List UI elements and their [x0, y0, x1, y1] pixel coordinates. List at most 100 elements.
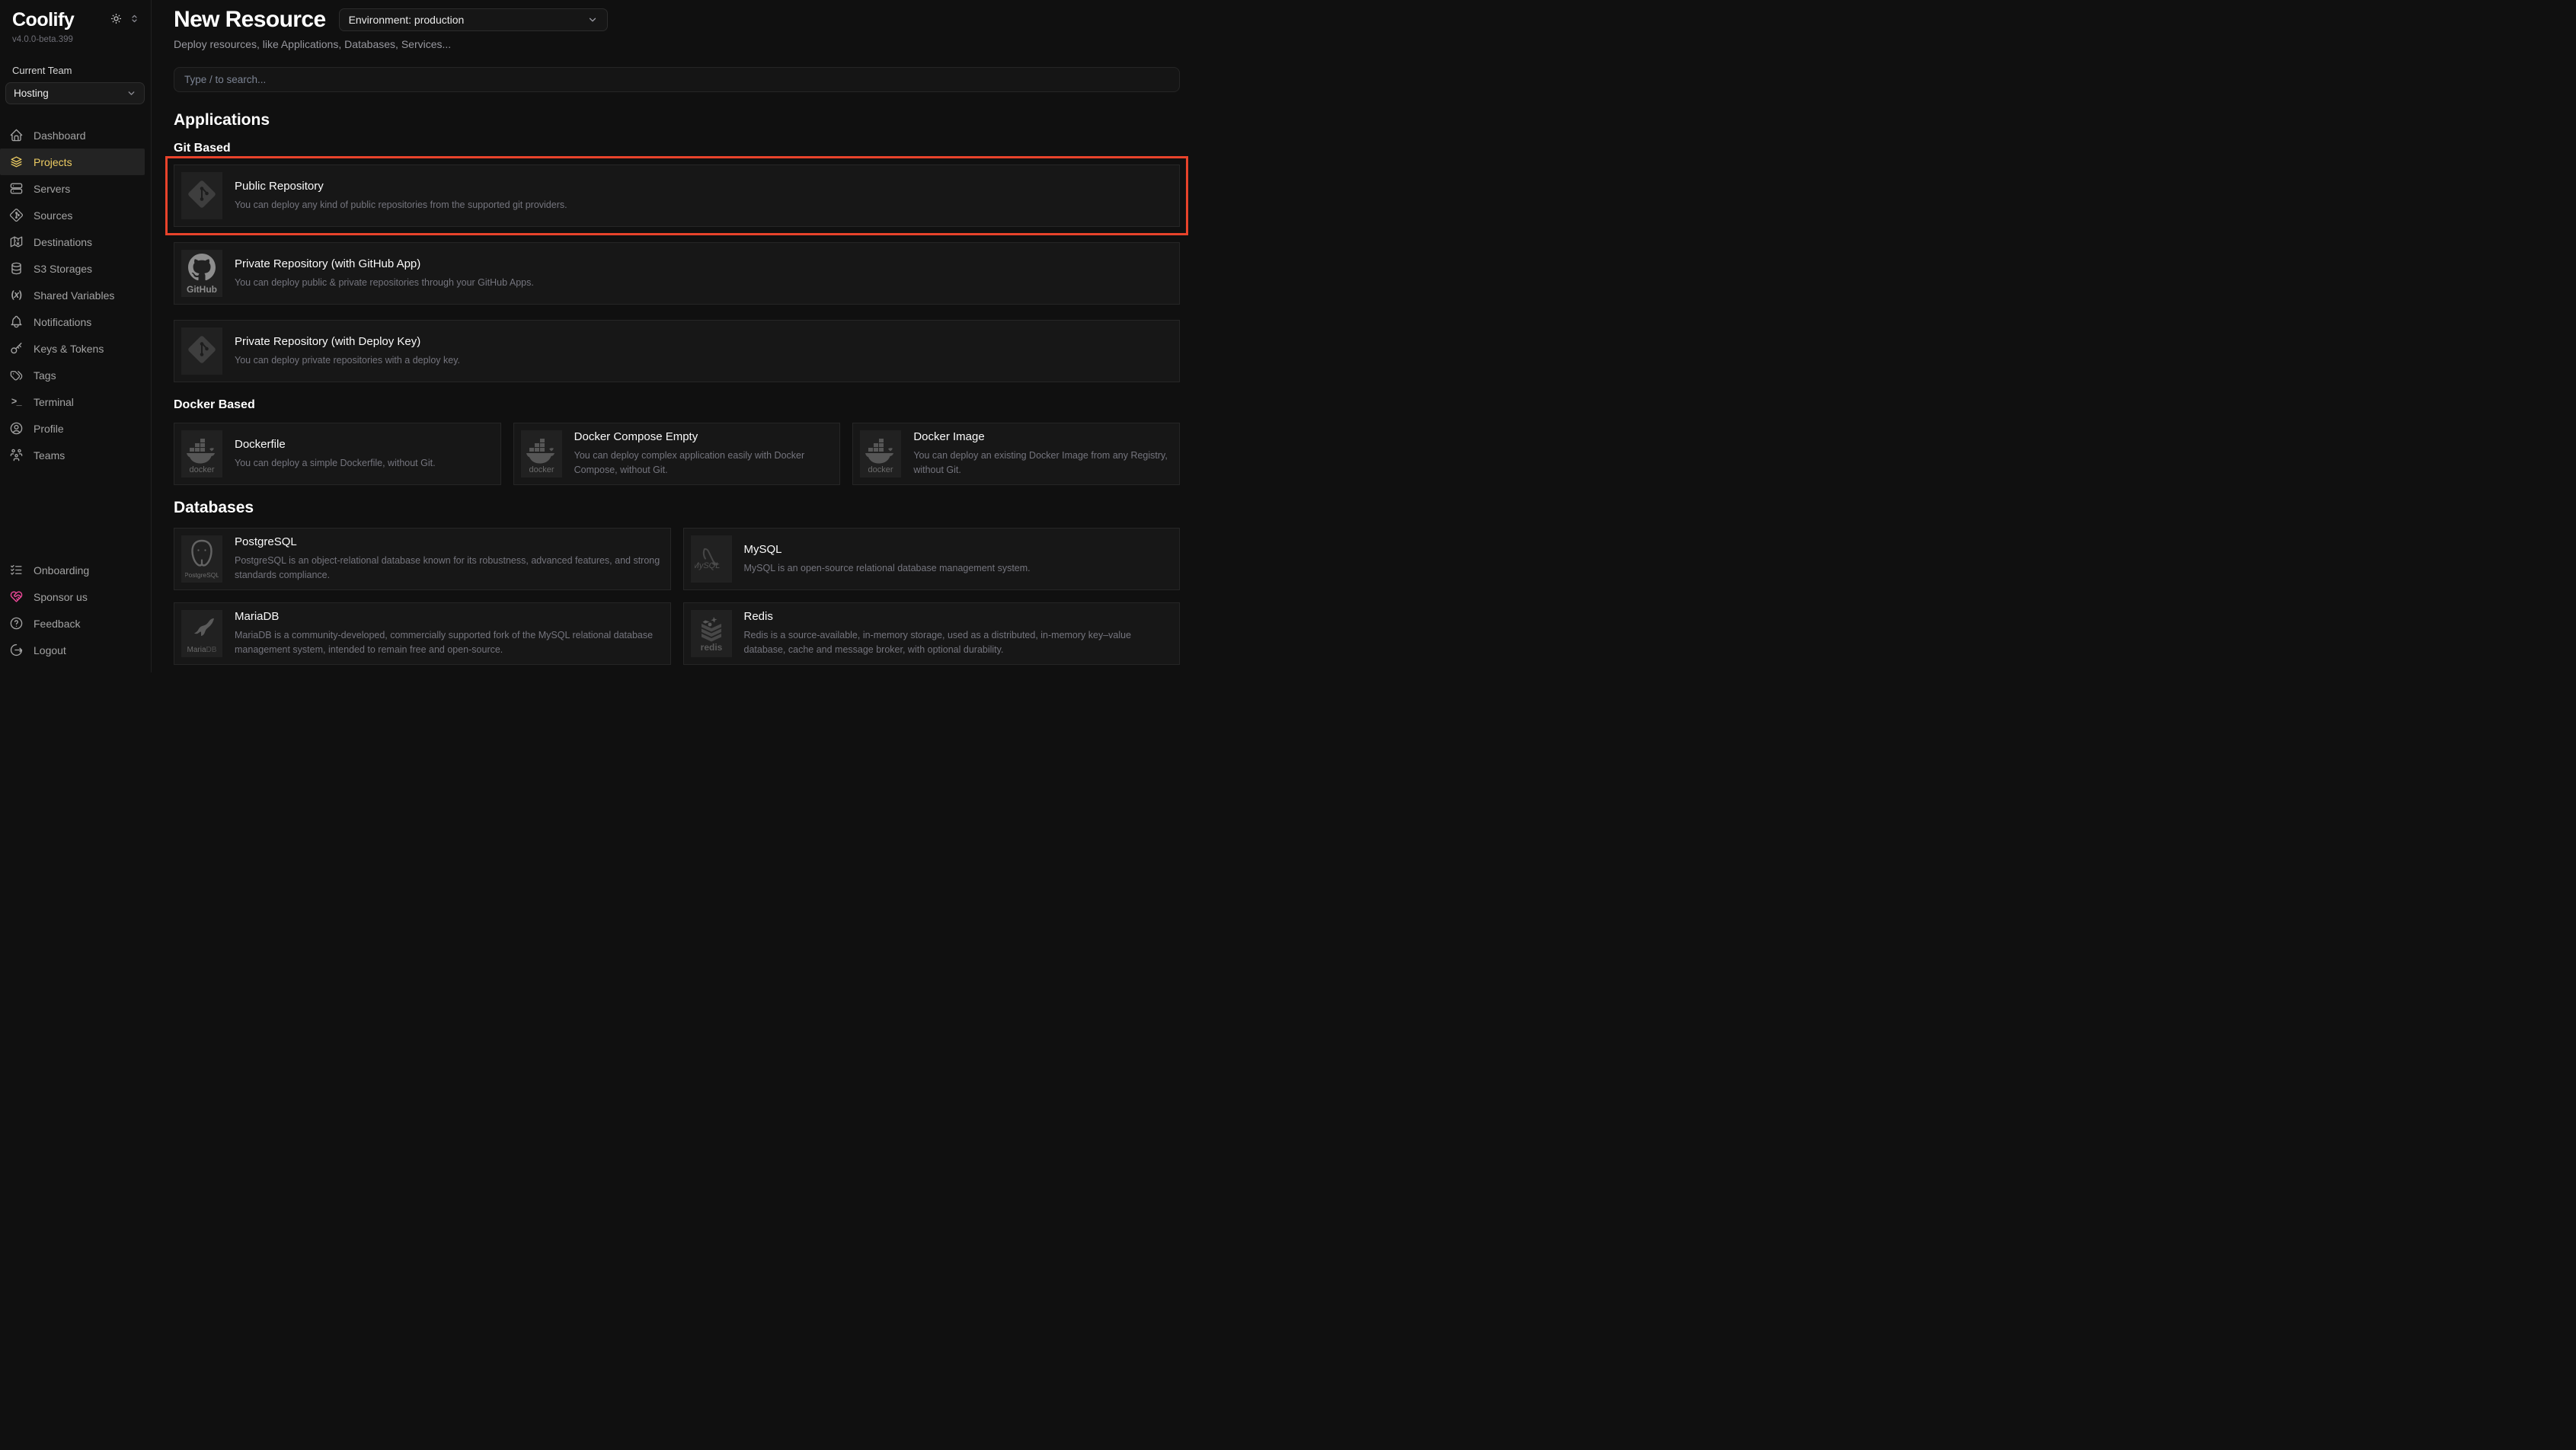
- sidebar-nav: Dashboard Projects Servers Sources Desti…: [0, 122, 151, 468]
- card-title: Docker Image: [913, 430, 1172, 444]
- search-input[interactable]: [174, 67, 1180, 92]
- card-title: Dockerfile: [235, 438, 436, 452]
- sidebar-item-label: Sponsor us: [34, 591, 88, 603]
- sidebar-item-label: Shared Variables: [34, 289, 114, 302]
- sidebar-item-label: Servers: [34, 183, 70, 195]
- sidebar-item-label: Notifications: [34, 316, 91, 328]
- annotation-highlight-box: Public Repository You can deploy any kin…: [165, 156, 1188, 235]
- git-logo: [181, 327, 222, 375]
- chevron-down-icon: [126, 88, 136, 98]
- card-title: Public Repository: [235, 180, 567, 193]
- sidebar-item-label: Feedback: [34, 618, 80, 630]
- card-mysql[interactable]: MySQL MySQL MySQL is an open-source rela…: [683, 528, 1181, 590]
- theme-selector-icon[interactable]: [129, 13, 140, 24]
- sidebar-item-label: Terminal: [34, 396, 74, 408]
- sidebar-item-logout[interactable]: Logout: [0, 637, 145, 663]
- terminal-icon: >_: [9, 394, 24, 409]
- user-circle-icon: [9, 421, 24, 436]
- card-public-repository[interactable]: Public Repository You can deploy any kin…: [174, 164, 1180, 227]
- sidebar: Coolify v4.0.0-beta.399 Current Team Hos…: [0, 0, 152, 672]
- card-docker-image[interactable]: docker Docker Image You can deploy an ex…: [852, 423, 1180, 485]
- git-logo: [181, 172, 222, 219]
- sidebar-item-label: Keys & Tokens: [34, 343, 104, 355]
- mariadb-logo: MariaDB: [181, 610, 222, 657]
- team-select[interactable]: Hosting: [5, 82, 145, 104]
- card-title: Docker Compose Empty: [574, 430, 833, 444]
- card-title: MariaDB: [235, 610, 663, 624]
- sidebar-item-servers[interactable]: Servers: [0, 175, 145, 202]
- sidebar-item-label: Dashboard: [34, 129, 86, 142]
- database-icon: [9, 261, 24, 276]
- sidebar-item-s3-storages[interactable]: S3 Storages: [0, 255, 145, 282]
- card-description: MySQL is an open-source relational datab…: [744, 561, 1031, 576]
- sidebar-item-label: Sources: [34, 209, 72, 222]
- card-private-repository-github-app[interactable]: GitHub Private Repository (with GitHub A…: [174, 242, 1180, 305]
- sidebar-item-label: Projects: [34, 156, 72, 168]
- sidebar-item-destinations[interactable]: Destinations: [0, 228, 145, 255]
- card-description: You can deploy any kind of public reposi…: [235, 198, 567, 212]
- environment-select-value: Environment: production: [349, 14, 465, 26]
- docker-logo: docker: [521, 430, 562, 477]
- card-title: Private Repository (with Deploy Key): [235, 335, 460, 349]
- sidebar-item-onboarding[interactable]: Onboarding: [0, 557, 145, 583]
- logout-icon: [9, 643, 24, 657]
- card-dockerfile[interactable]: docker Dockerfile You can deploy a simpl…: [174, 423, 501, 485]
- sidebar-item-dashboard[interactable]: Dashboard: [0, 122, 145, 149]
- docker-logo: docker: [860, 430, 901, 477]
- card-redis[interactable]: redis Redis Redis is a source-available,…: [683, 602, 1181, 665]
- sidebar-item-terminal[interactable]: >_ Terminal: [0, 388, 145, 415]
- theme-toggle-sun-icon[interactable]: [110, 13, 122, 24]
- sidebar-item-shared-variables[interactable]: (x) Shared Variables: [0, 282, 145, 308]
- sidebar-item-sources[interactable]: Sources: [0, 202, 145, 228]
- card-title: MySQL: [744, 543, 1031, 557]
- app-title: Coolify: [12, 11, 74, 30]
- svg-text:docker: docker: [868, 465, 893, 474]
- sidebar-item-profile[interactable]: Profile: [0, 415, 145, 442]
- card-mariadb[interactable]: MariaDB MariaDB MariaDB is a community-d…: [174, 602, 671, 665]
- git-icon: [9, 208, 24, 222]
- github-logo: GitHub: [181, 250, 222, 297]
- card-title: Private Repository (with GitHub App): [235, 257, 534, 271]
- databases-heading: Databases: [174, 499, 1180, 517]
- card-description: You can deploy a simple Dockerfile, with…: [235, 456, 436, 471]
- docker-based-heading: Docker Based: [174, 398, 1180, 412]
- chevron-down-icon: [587, 14, 598, 25]
- card-description: You can deploy public & private reposito…: [235, 276, 534, 290]
- database-cards: PostgreSQL PostgreSQL PostgreSQL is an o…: [174, 528, 1180, 665]
- current-team-label: Current Team: [0, 65, 151, 76]
- card-private-repository-deploy-key[interactable]: Private Repository (with Deploy Key) You…: [174, 320, 1180, 382]
- main-content: New Resource Environment: production Dep…: [152, 0, 1194, 672]
- bell-icon: [9, 315, 24, 329]
- sidebar-item-tags[interactable]: Tags: [0, 362, 145, 388]
- sidebar-item-label: Teams: [34, 449, 65, 462]
- sidebar-item-label: Tags: [34, 369, 56, 382]
- applications-heading: Applications: [174, 111, 1180, 129]
- layers-icon: [9, 155, 24, 169]
- heart-handshake-icon: [9, 589, 24, 604]
- environment-select[interactable]: Environment: production: [339, 8, 608, 31]
- key-icon: [9, 341, 24, 356]
- help-circle-icon: [9, 616, 24, 631]
- app-version: v4.0.0-beta.399: [0, 35, 151, 44]
- sidebar-item-feedback[interactable]: Feedback: [0, 610, 145, 637]
- page-title: New Resource: [174, 7, 326, 32]
- sidebar-item-label: Destinations: [34, 236, 92, 248]
- card-docker-compose-empty[interactable]: docker Docker Compose Empty You can depl…: [513, 423, 841, 485]
- sidebar-item-teams[interactable]: Teams: [0, 442, 145, 468]
- card-postgresql[interactable]: PostgreSQL PostgreSQL PostgreSQL is an o…: [174, 528, 671, 590]
- sidebar-item-label: Profile: [34, 423, 64, 435]
- sidebar-footer-nav: Onboarding Sponsor us Feedback Logout: [0, 557, 151, 663]
- card-description: You can deploy an existing Docker Image …: [913, 449, 1172, 477]
- svg-text:docker: docker: [529, 465, 554, 474]
- git-based-heading: Git Based: [174, 142, 1180, 155]
- card-description: You can deploy complex application easil…: [574, 449, 833, 477]
- sidebar-item-sponsor-us[interactable]: Sponsor us: [0, 583, 145, 610]
- sidebar-item-keys-tokens[interactable]: Keys & Tokens: [0, 335, 145, 362]
- sidebar-item-notifications[interactable]: Notifications: [0, 308, 145, 335]
- tags-icon: [9, 368, 24, 382]
- svg-text:docker: docker: [189, 465, 214, 474]
- svg-text:MariaDB: MariaDB: [187, 646, 217, 654]
- sidebar-item-projects[interactable]: Projects: [0, 149, 145, 175]
- map-icon: [9, 235, 24, 249]
- docker-based-cards: docker Dockerfile You can deploy a simpl…: [174, 423, 1180, 485]
